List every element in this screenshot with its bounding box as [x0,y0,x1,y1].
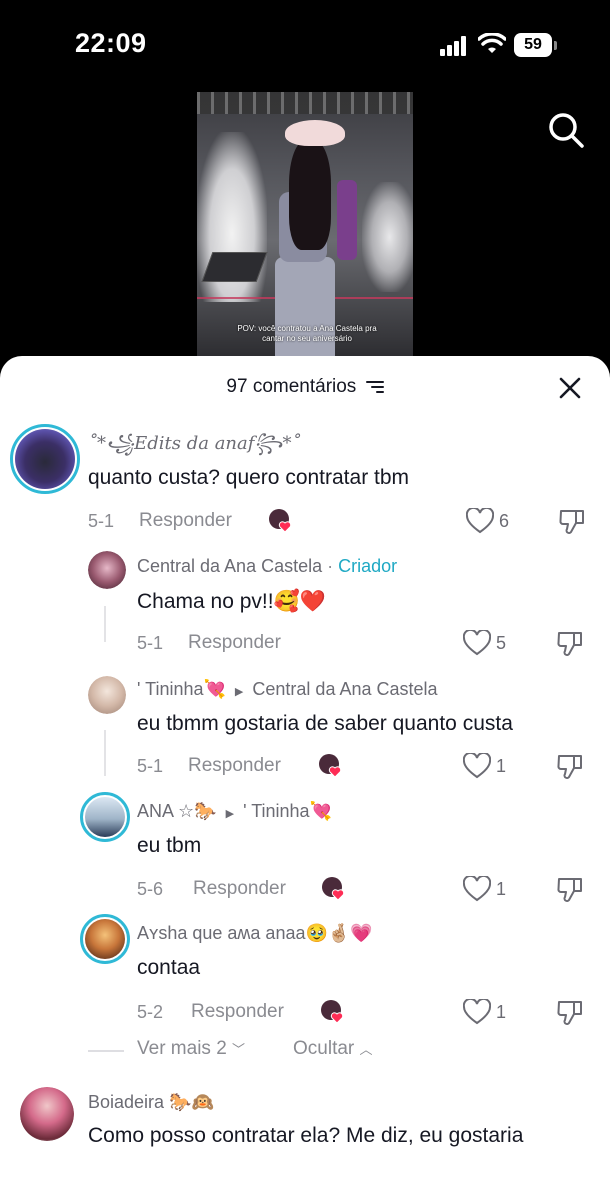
search-icon[interactable] [546,110,586,150]
creator-badge: Criador [338,556,398,576]
performer-figure [289,140,331,250]
heart-icon[interactable] [463,630,491,656]
view-more-divider [88,1050,124,1052]
reply-date: 5-6 [137,879,164,899]
status-time: 22:09 [75,28,147,58]
avatar[interactable] [80,914,130,964]
hide-label: Ocultar [293,1038,355,1059]
reply-username-text[interactable]: ' Tininha💘 [137,679,226,699]
video-area: POV: você contratou a Ana Castela pra ca… [0,90,610,390]
creator-liked-icon [322,877,345,901]
comment-username[interactable]: Boiadeira 🐎🙉 [88,1092,214,1113]
wifi-icon [478,33,506,53]
dislike-icon[interactable] [556,875,584,903]
reply-to-username[interactable]: Central da Ana Castela [252,679,437,699]
stage-speaker [201,252,268,282]
like-count: 1 [496,1002,507,1022]
reply-username: ' Tininha💘 ▶ Central da Ana Castela [137,679,438,700]
cowboy-hat [285,120,345,146]
heart-icon[interactable] [466,508,494,534]
comment-text: Como posso contratar ela? Me diz, eu gos… [88,1124,524,1147]
battery-tip [554,41,557,50]
chevron-up-icon: ︿ [359,1042,373,1057]
reply-arrow-icon: ▶ [234,686,244,698]
reply-button[interactable]: Responder [188,632,281,654]
reply-username: Central da Ana Castela · Criador [137,556,397,577]
reply-text: Chama no pv!!🥰❤️ [137,590,326,613]
stage-truss [197,92,413,114]
comment-date: 5-1 [88,511,115,531]
reply-button[interactable]: Responder [188,755,281,777]
dislike-icon[interactable] [556,629,584,657]
background-performer [337,180,357,260]
reply-username: ANA ☆🐎 ▶ ' Tininha💘 [137,801,332,822]
chevron-down-icon: ﹀ [232,1042,246,1057]
comments-count: 97 comentários [226,376,357,397]
comments-header: 97 comentários [0,376,610,406]
battery-indicator: 59 [514,33,552,57]
creator-liked-icon [269,509,292,533]
like-count: 1 [496,879,507,899]
video-caption: POV: você contratou a Ana Castela pra ca… [237,324,377,343]
reply-to-username[interactable]: ' Tininha💘 [243,801,332,821]
status-bar: 22:09 59 [0,0,610,90]
reply-date: 5-1 [137,633,164,653]
comment-text: quanto custa? quero contratar tbm [88,466,410,489]
dislike-icon[interactable] [558,507,586,535]
reply-text: contaa [137,956,201,979]
reply-username-text[interactable]: ANA ☆🐎 [137,801,217,821]
reply-date: 5-2 [137,1002,164,1022]
comments-sheet: 97 comentários ˚*꧁Edits da anaf꧂*˚ quant… [0,356,610,1200]
reply-date: 5-1 [137,756,164,776]
avatar[interactable] [80,792,130,842]
close-icon[interactable] [558,376,582,400]
reply-button[interactable]: Responder [193,878,286,900]
reply-username-text[interactable]: Central da Ana Castela [137,556,322,576]
creator-liked-icon [321,1000,344,1024]
view-more-label: Ver mais 2 [137,1038,227,1059]
thread-line [104,606,106,642]
avatar[interactable] [88,551,126,589]
creator-liked-icon [319,754,342,778]
video-thumbnail[interactable]: POV: você contratou a Ana Castela pra ca… [197,92,413,362]
heart-icon[interactable] [463,999,491,1025]
comment-username[interactable]: ˚*꧁Edits da anaf꧂*˚ [88,430,301,466]
heart-icon[interactable] [463,753,491,779]
dislike-icon[interactable] [556,752,584,780]
reply-button[interactable]: Responder [191,1001,284,1023]
performer-figure [275,257,335,362]
dislike-icon[interactable] [556,998,584,1026]
heart-icon[interactable] [463,876,491,902]
avatar[interactable] [20,1087,74,1141]
avatar[interactable] [10,424,80,494]
reply-text: eu tbmm gostaria de saber quanto custa [137,712,513,735]
reply-text: eu tbm [137,834,202,857]
badge-separator: · [327,556,334,576]
reply-username[interactable]: Aʏsha que aʍa anaa🥹🤞🏼💗 [137,923,373,944]
like-count: 1 [496,756,507,776]
like-count: 6 [499,511,510,531]
sort-filter-icon[interactable] [365,380,384,394]
reply-arrow-icon: ▶ [225,808,235,820]
thread-line [104,730,106,776]
reply-button[interactable]: Responder [139,510,232,532]
view-more-replies-button[interactable]: Ver mais 2 ﹀ [137,1038,245,1060]
hide-replies-button[interactable]: Ocultar ︿ [293,1038,373,1060]
like-count: 5 [496,633,507,653]
avatar[interactable] [88,676,126,714]
cellular-signal-icon [440,36,468,56]
stage-smoke [362,182,413,292]
